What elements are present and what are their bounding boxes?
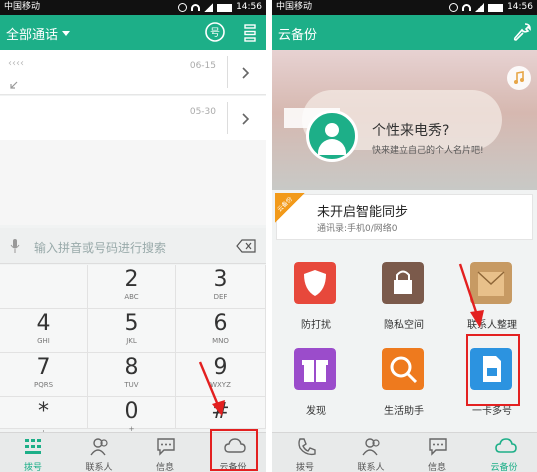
- tab-dialpad[interactable]: 拨号: [272, 433, 338, 472]
- empty-area: [0, 140, 266, 225]
- signal-icon: [204, 3, 214, 12]
- key-7[interactable]: 7 PQRS: [0, 353, 88, 397]
- grid-item-life-assistant[interactable]: 生活助手: [360, 340, 448, 428]
- music-button[interactable]: [507, 66, 531, 90]
- menu-icon[interactable]: [244, 23, 256, 43]
- dialer-screen: 中国移动 14:56 全部通话 号 ‹‹‹‹ 06-15 05-30 输入拼音或…: [0, 0, 266, 472]
- carrier-name: 中国移动: [4, 2, 41, 12]
- banner-question: 个性来电秀?: [372, 123, 450, 139]
- contacts-icon: [362, 438, 380, 456]
- wifi-icon: [191, 4, 201, 11]
- call-date: 06-15: [189, 61, 216, 71]
- message-icon: [429, 438, 447, 456]
- contacts-icon: [90, 438, 108, 456]
- cloud-icon: [495, 438, 517, 453]
- call-log-row[interactable]: 05-30: [0, 96, 266, 141]
- dialpad-icon: [25, 439, 41, 454]
- highlight-box: [466, 334, 520, 406]
- lock-icon: [382, 262, 424, 304]
- backspace-icon[interactable]: [236, 239, 256, 253]
- tab-contacts[interactable]: 联系人: [66, 433, 132, 472]
- status-bar: 中国移动 14:56: [0, 0, 266, 15]
- signal-icon: [475, 3, 485, 12]
- number-query-icon[interactable]: 号: [204, 21, 226, 43]
- key-1[interactable]: [0, 265, 88, 309]
- app-bar: 云备份: [272, 15, 537, 50]
- cloud-backup-screen: 中国移动 14:56 云备份 个性来电秀? 快来建立自己的个人名片吧! 云备份 …: [272, 0, 537, 472]
- call-filter-dropdown[interactable]: 全部通话: [6, 24, 58, 43]
- grid-item-discover[interactable]: 发现: [272, 340, 360, 428]
- battery-icon: [217, 3, 233, 12]
- key-5[interactable]: 5 JKL: [88, 309, 176, 353]
- message-icon: [157, 438, 175, 456]
- page-title: 云备份: [278, 28, 318, 43]
- incoming-call-icon: [10, 81, 18, 89]
- svg-text:号: 号: [210, 27, 220, 39]
- sync-title: 未开启智能同步: [317, 205, 409, 220]
- clock: 14:56: [236, 2, 262, 12]
- tab-dialpad[interactable]: 拨号: [0, 433, 66, 472]
- tab-cloud-backup[interactable]: 云备份: [471, 433, 537, 472]
- annotation-arrow: [458, 263, 484, 328]
- avatar: [306, 110, 358, 162]
- tab-contacts[interactable]: 联系人: [338, 433, 404, 472]
- key-2[interactable]: 2 ABC: [88, 265, 176, 309]
- key-4[interactable]: 4 GHI: [0, 309, 88, 353]
- wifi-icon: [462, 4, 472, 11]
- grid-item-block-calls[interactable]: 防打扰: [272, 254, 360, 342]
- status-bar: 中国移动 14:56: [272, 0, 537, 15]
- dial-search-placeholder: 输入拼音或号码进行搜索: [34, 241, 167, 255]
- dial-search-bar[interactable]: 输入拼音或号码进行搜索: [0, 228, 266, 264]
- key-8[interactable]: 8 TUV: [88, 353, 176, 397]
- wrench-icon[interactable]: [512, 22, 532, 42]
- call-log-row[interactable]: ‹‹‹‹ 06-15: [0, 50, 266, 95]
- key-3[interactable]: 3 DEF: [176, 265, 266, 309]
- annotation-arrow: [198, 361, 225, 416]
- bottom-tab-bar: 拨号 联系人 信息 云备份: [272, 432, 537, 472]
- magnifier-icon: [382, 348, 424, 390]
- chevron-right-icon[interactable]: [242, 113, 250, 125]
- key-0[interactable]: 0 +: [88, 397, 176, 433]
- mute-icon: [178, 3, 188, 12]
- banner-subtitle: 快来建立自己的个人名片吧!: [372, 146, 484, 156]
- sync-detail: 通讯录:手机0/网络0: [317, 224, 398, 234]
- tab-messages[interactable]: 信息: [132, 433, 198, 472]
- key-6[interactable]: 6 MNO: [176, 309, 266, 353]
- smart-sync-card[interactable]: 云备份 未开启智能同步 通讯录:手机0/网络0: [275, 193, 533, 240]
- battery-icon: [488, 3, 504, 12]
- music-note-icon: [514, 71, 524, 84]
- call-date: 05-30: [189, 107, 216, 117]
- phone-icon: [298, 438, 316, 456]
- call-number: ‹‹‹‹: [8, 58, 24, 69]
- mute-icon: [449, 3, 459, 12]
- gift-icon: [294, 348, 336, 390]
- dropdown-arrow-icon: [62, 31, 70, 36]
- highlight-box: [210, 429, 258, 471]
- grid-item-privacy-space[interactable]: 隐私空间: [360, 254, 448, 342]
- clock: 14:56: [507, 2, 533, 12]
- carrier-name: 中国移动: [276, 2, 313, 12]
- promo-banner[interactable]: 个性来电秀? 快来建立自己的个人名片吧!: [272, 50, 537, 190]
- chevron-right-icon[interactable]: [242, 67, 250, 79]
- shield-icon: [294, 262, 336, 304]
- tab-messages[interactable]: 信息: [404, 433, 470, 472]
- key-star[interactable]: *,: [0, 397, 88, 433]
- app-bar: 全部通话 号: [0, 15, 266, 50]
- microphone-icon[interactable]: [10, 239, 20, 253]
